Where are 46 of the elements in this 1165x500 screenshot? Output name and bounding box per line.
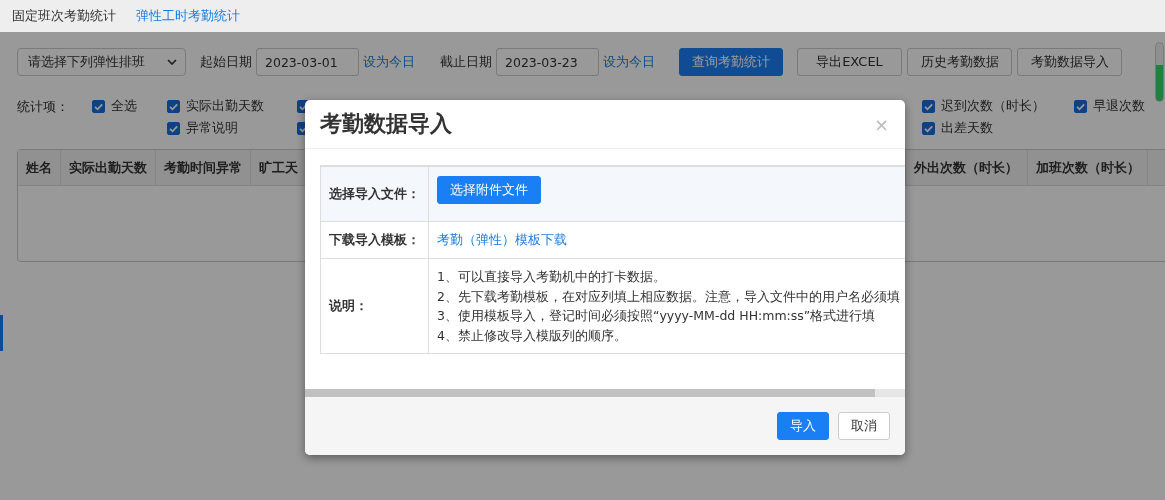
- nav-tab[interactable]: 固定班次考勤统计: [12, 7, 116, 25]
- scrollbar[interactable]: [1155, 42, 1164, 102]
- set-today-link[interactable]: 设为今日: [603, 53, 655, 71]
- note-line: 4、禁止修改导入模版列的顺序。: [437, 326, 628, 345]
- checkbox[interactable]: [167, 99, 180, 113]
- column-header: 加班次数（时长）: [1028, 150, 1148, 185]
- column-header: 实际出勤天数: [61, 150, 156, 185]
- checkbox[interactable]: [167, 121, 180, 135]
- column-header: 外出次数（时长）: [906, 150, 1028, 185]
- cancel-button[interactable]: 取消: [838, 412, 890, 440]
- toolbar-button[interactable]: 历史考勤数据: [907, 48, 1012, 76]
- chevron-down-icon: [167, 59, 177, 65]
- checkbox-label: 实际出勤天数: [186, 97, 264, 115]
- checkbox[interactable]: [922, 121, 935, 135]
- column-header: 姓名: [18, 150, 61, 185]
- stat-items-label: 统计项：: [17, 98, 69, 116]
- checkbox-label: 出差天数: [941, 119, 993, 137]
- nav-tab[interactable]: 弹性工时考勤统计: [136, 7, 240, 25]
- checkbox-label: 异常说明: [186, 119, 238, 137]
- column-header: 考勤时间异常: [156, 150, 251, 185]
- scrollbar[interactable]: [305, 389, 905, 397]
- note-line: 2、先下载考勤模板，在对应列填上相应数据。注意，导入文件中的用户名必须填: [437, 287, 900, 306]
- dialog-title: 考勤数据导入: [320, 110, 452, 138]
- field-label: 选择导入文件：: [329, 185, 420, 203]
- checkbox-label: 全选: [111, 97, 137, 115]
- note-line: 3、使用模板导入，登记时间必须按照“yyyy-MM-dd HH:mm:ss”格式进行填: [437, 307, 877, 325]
- checkbox[interactable]: [922, 99, 935, 113]
- checkbox[interactable]: [1074, 99, 1087, 113]
- date-label: 截止日期: [440, 53, 492, 71]
- date-field[interactable]: 2023-03-01: [256, 48, 359, 76]
- checkbox-label: 早退次数: [1093, 97, 1145, 115]
- choose-file-button[interactable]: 选择附件文件: [437, 176, 541, 204]
- shift-select[interactable]: 请选择下列弹性排班: [17, 48, 186, 76]
- checkbox-label: 迟到次数（时长）: [941, 97, 1045, 115]
- import-button[interactable]: 导入: [777, 412, 829, 440]
- set-today-link[interactable]: 设为今日: [363, 53, 415, 71]
- template-download-link[interactable]: 考勤（弹性）模板下载: [437, 231, 567, 249]
- toolbar-button[interactable]: 考勤数据导入: [1017, 48, 1122, 76]
- field-label: 说明：: [329, 297, 368, 315]
- query-button[interactable]: 查询考勤统计: [679, 48, 783, 76]
- checkbox[interactable]: [92, 99, 105, 113]
- toolbar-button[interactable]: 导出EXCEL: [797, 48, 902, 76]
- date-label: 起始日期: [200, 53, 252, 71]
- date-field[interactable]: 2023-03-23: [496, 48, 599, 76]
- field-label: 下载导入模板：: [329, 231, 420, 249]
- note-line: 1、可以直接导入考勤机中的打卡数据。: [437, 268, 667, 286]
